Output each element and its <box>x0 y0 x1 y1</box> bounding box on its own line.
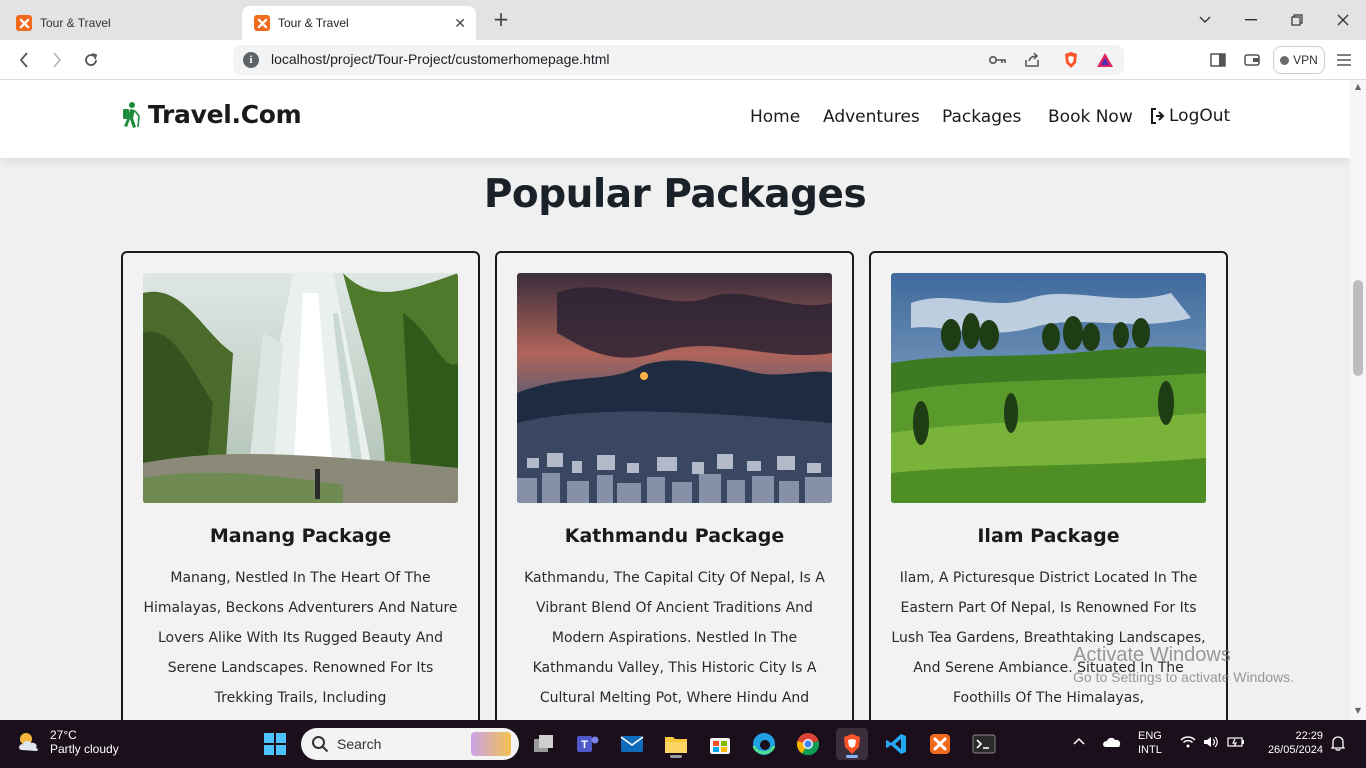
site-info-icon[interactable]: i <box>243 52 259 68</box>
wifi-icon[interactable] <box>1180 736 1196 751</box>
menu-icon[interactable] <box>1332 48 1356 72</box>
tray-overflow-icon[interactable] <box>1073 736 1085 748</box>
language-code: ENG <box>1138 730 1162 742</box>
close-tab-icon[interactable]: ✕ <box>454 15 466 32</box>
brave-browser-icon[interactable] <box>836 728 868 760</box>
nav-adventures[interactable]: Adventures <box>823 107 920 127</box>
teams-icon[interactable]: T <box>572 728 604 760</box>
running-indicator <box>670 755 682 758</box>
browser-toolbar: i localhost/project/Tour-Project/custome… <box>0 40 1366 80</box>
start-icon[interactable] <box>259 728 291 760</box>
minimize-icon[interactable] <box>1239 8 1263 32</box>
package-description: Ilam, A Picturesque District Located In … <box>891 570 1206 706</box>
search-icon <box>312 736 329 753</box>
browser-tab-bar: Tour & Travel Tour & Travel ✕ + <box>0 0 1366 40</box>
clock-time: 22:29 <box>1295 730 1323 742</box>
chrome-icon[interactable] <box>792 728 824 760</box>
search-highlight-icon <box>471 732 511 756</box>
weather-condition: Partly cloudy <box>50 742 119 756</box>
taskbar-search[interactable]: Search <box>301 728 519 760</box>
nav-home[interactable]: Home <box>750 107 800 127</box>
tab-tour-travel-1[interactable]: Tour & Travel <box>4 6 240 40</box>
activate-windows-watermark: Activate Windows Go to Settings to activ… <box>1073 644 1294 685</box>
scrollbar-thumb[interactable] <box>1353 280 1363 376</box>
notification-bell-icon[interactable] <box>1330 735 1346 754</box>
site-logo[interactable]: Travel.Com <box>120 100 302 129</box>
watermark-subtitle: Go to Settings to activate Windows. <box>1073 669 1294 685</box>
sidebar-toggle-icon[interactable] <box>1206 48 1230 72</box>
battery-icon[interactable] <box>1227 736 1245 751</box>
package-card-kathmandu[interactable]: Kathmandu Package Kathmandu, The Capital… <box>495 251 854 720</box>
new-tab-button[interactable]: + <box>489 8 513 32</box>
scroll-down-icon[interactable]: ▼ <box>1353 706 1363 715</box>
restore-icon[interactable] <box>1285 8 1309 32</box>
search-label: Search <box>337 736 382 752</box>
back-icon[interactable] <box>12 48 36 72</box>
tab-search-chevron-icon[interactable] <box>1193 8 1217 32</box>
share-icon[interactable] <box>1023 51 1041 69</box>
vpn-label: VPN <box>1293 53 1318 67</box>
section-title: Popular Packages <box>483 172 867 217</box>
keyboard-layout: INTL <box>1138 744 1162 756</box>
edge-icon[interactable] <box>748 728 780 760</box>
brave-shields-icon[interactable] <box>1062 51 1080 69</box>
hiker-icon <box>123 101 140 128</box>
key-icon[interactable] <box>989 51 1007 69</box>
logout-icon <box>1151 108 1165 124</box>
tab-title: Tour & Travel <box>40 16 111 30</box>
city-night-photo <box>517 273 832 503</box>
weather-widget[interactable]: 27°C Partly cloudy <box>16 728 119 756</box>
xampp-favicon-icon <box>16 15 32 31</box>
reload-icon[interactable] <box>79 48 103 72</box>
nav-logout[interactable]: LogOut <box>1150 106 1230 126</box>
language-indicator[interactable]: ENG INTL <box>1138 730 1162 756</box>
mail-icon[interactable] <box>616 728 648 760</box>
page-scrollbar[interactable]: ▲ ▼ <box>1350 80 1366 720</box>
forward-icon[interactable] <box>45 48 69 72</box>
watermark-title: Activate Windows <box>1073 644 1231 666</box>
task-view-icon[interactable] <box>528 728 560 760</box>
xampp-favicon-icon <box>254 15 270 31</box>
package-description: Kathmandu, The Capital City Of Nepal, Is… <box>524 570 825 706</box>
logout-label: LogOut <box>1169 106 1231 126</box>
package-title: Kathmandu Package <box>564 525 785 547</box>
xampp-icon[interactable] <box>924 728 956 760</box>
wallet-icon[interactable] <box>1240 48 1264 72</box>
partly-cloudy-icon <box>19 733 38 751</box>
close-window-icon[interactable] <box>1331 8 1355 32</box>
vpn-button[interactable]: VPN <box>1273 46 1325 74</box>
tab-tour-travel-2[interactable]: Tour & Travel ✕ <box>242 6 476 40</box>
terminal-icon[interactable] <box>968 728 1000 760</box>
windows-taskbar: 27°C Partly cloudy Search T ENG INTL 22:… <box>0 720 1366 768</box>
page-viewport: Travel.Com Home Adventures Packages Book… <box>0 80 1350 720</box>
svg-text:T: T <box>581 739 588 751</box>
nav-book-now[interactable]: Book Now <box>1048 107 1133 127</box>
url-text[interactable]: localhost/project/Tour-Project/customerh… <box>271 51 610 67</box>
vscode-icon[interactable] <box>880 728 912 760</box>
clock-date: 26/05/2024 <box>1267 744 1323 756</box>
volume-icon[interactable] <box>1203 736 1219 751</box>
clock[interactable]: 22:29 26/05/2024 <box>1261 730 1323 756</box>
site-header: Travel.Com Home Adventures Packages Book… <box>0 80 1350 158</box>
address-bar[interactable]: i localhost/project/Tour-Project/custome… <box>233 45 1124 75</box>
vpn-status-icon <box>1280 55 1290 65</box>
tab-title: Tour & Travel <box>278 16 349 30</box>
temperature: 27°C <box>50 728 77 742</box>
waterfall-photo <box>143 273 458 503</box>
file-explorer-icon[interactable] <box>660 728 692 760</box>
active-app-indicator <box>846 755 858 758</box>
onedrive-icon[interactable] <box>1102 736 1122 751</box>
brave-rewards-icon[interactable] <box>1096 51 1114 69</box>
package-title: Ilam Package <box>977 525 1120 547</box>
package-title: Manang Package <box>209 525 392 547</box>
scroll-up-icon[interactable]: ▲ <box>1353 82 1363 91</box>
nav-packages[interactable]: Packages <box>942 107 1021 127</box>
package-card-manang[interactable]: Manang Package Manang, Nestled In The He… <box>121 251 480 720</box>
package-description: Manang, Nestled In The Heart Of The Hima… <box>143 570 458 706</box>
store-icon[interactable] <box>704 728 736 760</box>
tea-garden-photo <box>891 273 1206 503</box>
logo-text: Travel.Com <box>148 100 302 129</box>
